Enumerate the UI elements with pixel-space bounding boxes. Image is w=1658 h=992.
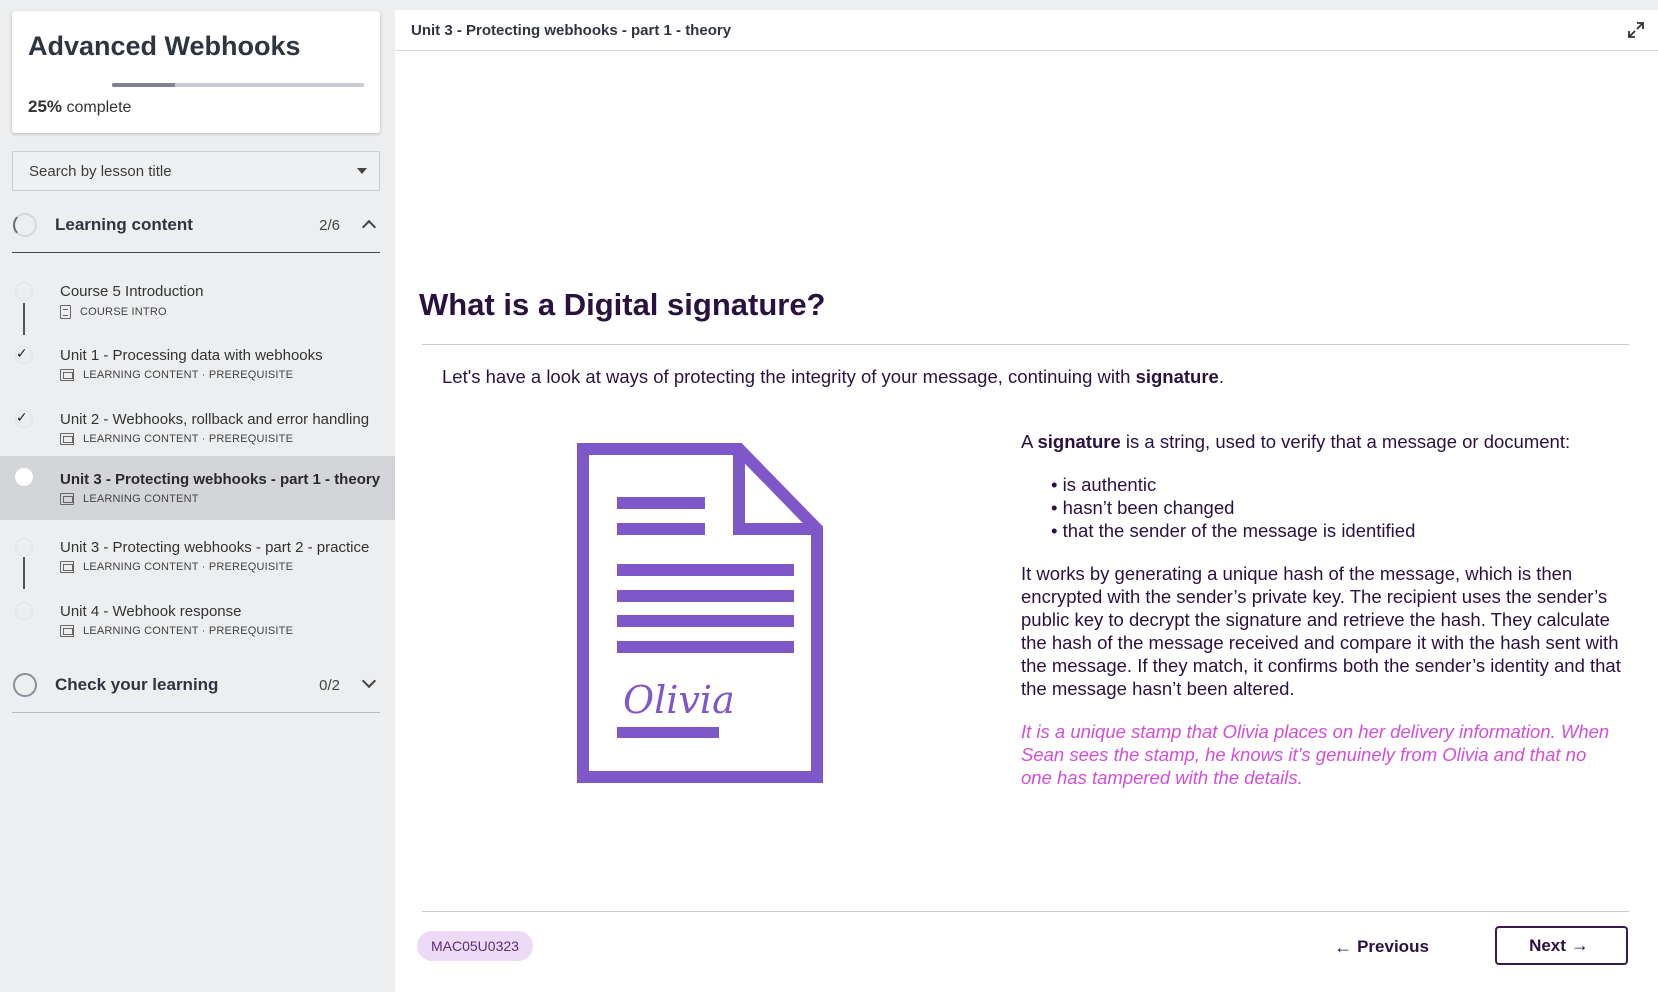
definition-column: A signature is a string, used to verify …: [1021, 430, 1621, 789]
lesson-meta-text: COURSE INTRO: [80, 306, 167, 318]
explanation-text: It works by generating a unique hash of …: [1021, 563, 1621, 699]
definition-text: A signature is a string, used to verify …: [1021, 430, 1621, 453]
course-progress-bar: [112, 83, 364, 87]
lesson-meta-text: LEARNING CONTENT: [83, 493, 199, 505]
section-check-your-learning[interactable]: Check your learning 0/2: [12, 664, 380, 706]
lesson-item[interactable]: Unit 4 - Webhook response LEARNING CONTE…: [0, 592, 395, 656]
lesson-meta-text: LEARNING CONTENT · PREREQUISITE: [83, 433, 294, 445]
def-suffix: is a string, used to verify that a messa…: [1120, 431, 1571, 452]
lesson-content-panel: Unit 3 - Protecting webhooks - part 1 - …: [395, 10, 1658, 992]
definition-bullets: is authentic hasn’t been changed that th…: [1051, 473, 1621, 542]
course-progress-card: Advanced Webhooks 25% complete: [12, 11, 380, 133]
progress-percent: 25%: [28, 97, 63, 116]
chevron-down-icon[interactable]: [361, 673, 377, 689]
lesson-meta-text: LEARNING CONTENT · PREREQUISITE: [83, 369, 294, 381]
lesson-title: Unit 1 - Processing data with webhooks: [60, 347, 323, 364]
lesson-title: Course 5 Introduction: [60, 283, 204, 300]
lesson-title: Unit 3 - Protecting webhooks - part 1 - …: [60, 471, 381, 488]
course-title: Advanced Webhooks: [28, 31, 301, 61]
arrow-right-icon: →: [1570, 935, 1589, 955]
course-sidebar: Advanced Webhooks 25% complete Search by…: [0, 0, 395, 992]
lesson-meta: LEARNING CONTENT · PREREQUISITE: [60, 625, 293, 637]
analogy-text: It is a unique stamp that Olivia places …: [1021, 721, 1610, 788]
lesson-meta: LEARNING CONTENT · PREREQUISITE: [60, 369, 293, 381]
slides-icon: [60, 561, 74, 573]
lesson-item[interactable]: Unit 3 - Protecting webhooks - part 2 - …: [0, 528, 395, 592]
progress-text: 25% complete: [28, 97, 131, 117]
search-placeholder: Search by lesson title: [29, 162, 172, 180]
checkmark-icon: ✓: [16, 345, 28, 361]
def-prefix: A: [1021, 431, 1038, 452]
progress-ring-icon: [13, 673, 37, 697]
lesson-status-dot: [15, 602, 33, 620]
fullscreen-expand-icon[interactable]: [1626, 20, 1646, 40]
lesson-topbar: Unit 3 - Protecting webhooks - part 1 - …: [395, 10, 1658, 51]
chevron-up-icon[interactable]: [361, 219, 377, 235]
intro-prefix: Let's have a look at ways of protecting …: [442, 366, 1136, 387]
previous-button[interactable]: ← Previous: [1327, 928, 1431, 966]
slides-icon: [60, 433, 74, 445]
bullet-item: is authentic: [1051, 473, 1621, 496]
intro-suffix: .: [1218, 366, 1224, 387]
lesson-meta: LEARNING CONTENT · PREREQUISITE: [60, 561, 293, 573]
lesson-status-dot: [15, 282, 33, 300]
section-count: 2/6: [319, 216, 340, 234]
section-divider: [12, 252, 380, 253]
page-heading: What is a Digital signature?: [419, 287, 826, 322]
lesson-meta-text: LEARNING CONTENT · PREREQUISITE: [83, 561, 294, 573]
arrow-left-icon: ←: [1334, 936, 1353, 957]
def-bold: signature: [1037, 431, 1121, 452]
intro-bold: signature: [1135, 366, 1219, 387]
lesson-title: Unit 4 - Webhook response: [60, 603, 242, 620]
lesson-item[interactable]: ✓ Unit 2 - Webhooks, rollback and error …: [0, 400, 395, 464]
lesson-code-badge: MAC05U0323: [417, 931, 533, 961]
lesson-title: Unit 2 - Webhooks, rollback and error ha…: [60, 411, 370, 428]
course-progress-fill: [112, 83, 175, 87]
breadcrumb: Unit 3 - Protecting webhooks - part 1 - …: [411, 22, 732, 39]
previous-label: Previous: [1357, 937, 1429, 956]
lesson-search-select[interactable]: Search by lesson title: [12, 151, 380, 191]
section-divider: [12, 712, 380, 713]
intro-text: Let's have a look at ways of protecting …: [442, 366, 1224, 388]
footer-divider: [422, 911, 1629, 912]
section-label: Learning content: [55, 215, 193, 234]
bullet-item: that the sender of the message is identi…: [1051, 519, 1621, 542]
next-button[interactable]: Next →: [1495, 926, 1628, 965]
lesson-meta: LEARNING CONTENT: [60, 493, 199, 505]
lesson-status-dot: [15, 468, 33, 486]
document-icon: [60, 305, 71, 319]
illustration-signature: Olivia: [623, 678, 735, 722]
heading-divider: [422, 344, 1629, 345]
lesson-title: Unit 3 - Protecting webhooks - part 2 - …: [60, 539, 370, 556]
slides-icon: [60, 493, 74, 505]
section-label: Check your learning: [55, 675, 219, 694]
section-learning-content[interactable]: Learning content 2/6: [12, 204, 380, 246]
lesson-meta: LEARNING CONTENT · PREREQUISITE: [60, 433, 293, 445]
lesson-meta-text: LEARNING CONTENT · PREREQUISITE: [83, 625, 294, 637]
section-count: 0/2: [319, 676, 340, 694]
signed-document-illustration: Olivia: [577, 443, 823, 783]
lesson-item[interactable]: ✓ Unit 1 - Processing data with webhooks…: [0, 336, 395, 400]
lesson-item[interactable]: Course 5 Introduction COURSE INTRO: [0, 272, 395, 336]
progress-suffix: complete: [66, 99, 132, 116]
progress-ring-icon: [13, 213, 37, 237]
caret-down-icon: [357, 168, 367, 174]
bullet-item: hasn’t been changed: [1051, 496, 1621, 519]
checkmark-icon: ✓: [16, 409, 28, 425]
slides-icon: [60, 625, 74, 637]
lesson-status-dot: [15, 538, 33, 556]
slides-icon: [60, 369, 74, 381]
lesson-meta: COURSE INTRO: [60, 305, 167, 319]
next-label: Next: [1529, 935, 1566, 955]
lesson-item-active[interactable]: Unit 3 - Protecting webhooks - part 1 - …: [0, 456, 395, 520]
